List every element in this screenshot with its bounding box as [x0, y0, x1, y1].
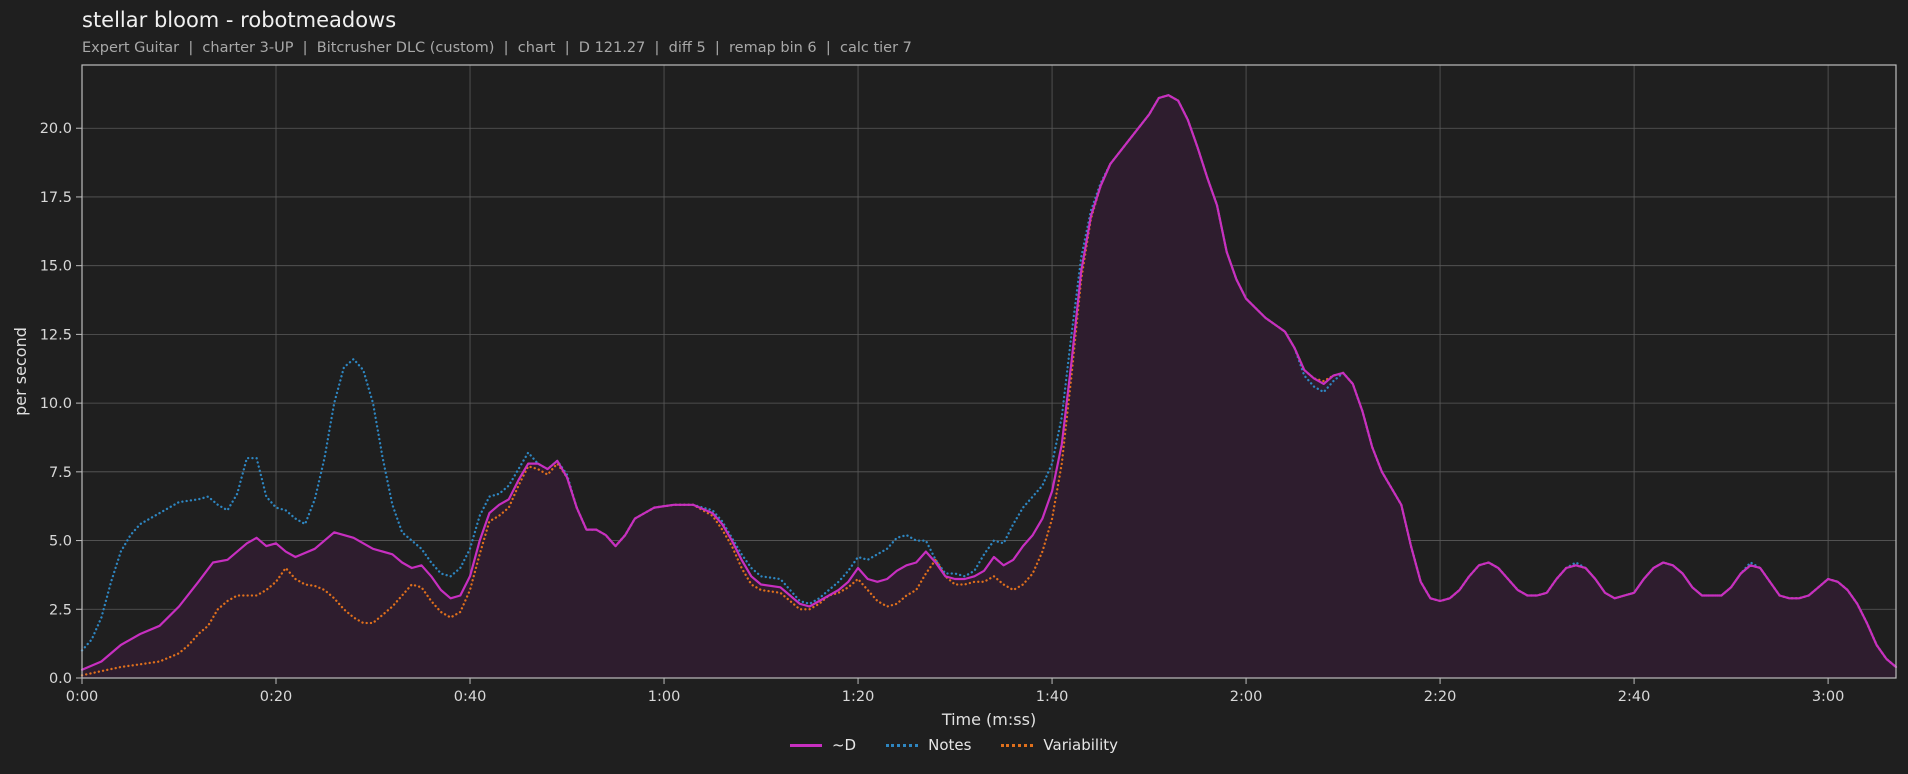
x-tick-label: 1:00	[648, 689, 681, 705]
legend: ~D Notes Variability	[0, 736, 1908, 754]
y-tick-label: 20.0	[40, 121, 72, 137]
y-tick-label: 5.0	[49, 534, 72, 550]
x-tick-label: 0:20	[260, 689, 293, 705]
legend-label-d: ~D	[831, 736, 857, 754]
y-tick-label: 12.5	[40, 327, 72, 343]
y-axis: 0.0 2.5 5.0 7.5 10.0 12.5 15.0 17.5 20.0	[40, 121, 82, 687]
x-tick-label: 2:20	[1424, 689, 1457, 705]
legend-item-d[interactable]: ~D	[789, 736, 857, 754]
x-tick-label: 1:20	[842, 689, 875, 705]
legend-swatch-variability	[1001, 743, 1034, 747]
y-tick-label: 7.5	[49, 465, 72, 481]
y-tick-label: 17.5	[40, 190, 72, 206]
x-tick-label: 0:40	[454, 689, 487, 705]
legend-label-notes: Notes	[928, 736, 972, 754]
chart-area: 0:00 0:20 0:40 1:00 1:20 1:40 2:00 2:20 2:40 3:00…	[11, 64, 1898, 729]
x-tick-label: 0:00	[66, 689, 99, 705]
legend-swatch-d	[789, 743, 822, 747]
y-tick-label: 10.0	[40, 396, 72, 412]
area-fill-layer	[82, 95, 1896, 678]
x-axis-label: Time (m:ss)	[941, 710, 1036, 729]
x-tick-label: 3:00	[1812, 689, 1845, 705]
legend-swatch-notes	[886, 743, 919, 747]
x-tick-label: 1:40	[1036, 689, 1069, 705]
y-tick-label: 0.0	[49, 671, 72, 687]
legend-item-variability[interactable]: Variability	[1001, 736, 1118, 754]
y-axis-label: per second	[11, 327, 30, 416]
y-tick-label: 15.0	[40, 259, 72, 275]
y-tick-label: 2.5	[49, 602, 72, 618]
legend-item-notes[interactable]: Notes	[886, 736, 971, 754]
x-tick-label: 2:40	[1618, 689, 1651, 705]
x-axis: 0:00 0:20 0:40 1:00 1:20 1:40 2:00 2:20 2:40 3:00	[66, 678, 1845, 705]
legend-label-variability: Variability	[1043, 736, 1119, 754]
x-tick-label: 2:00	[1230, 689, 1263, 705]
series-d-area	[82, 95, 1896, 678]
